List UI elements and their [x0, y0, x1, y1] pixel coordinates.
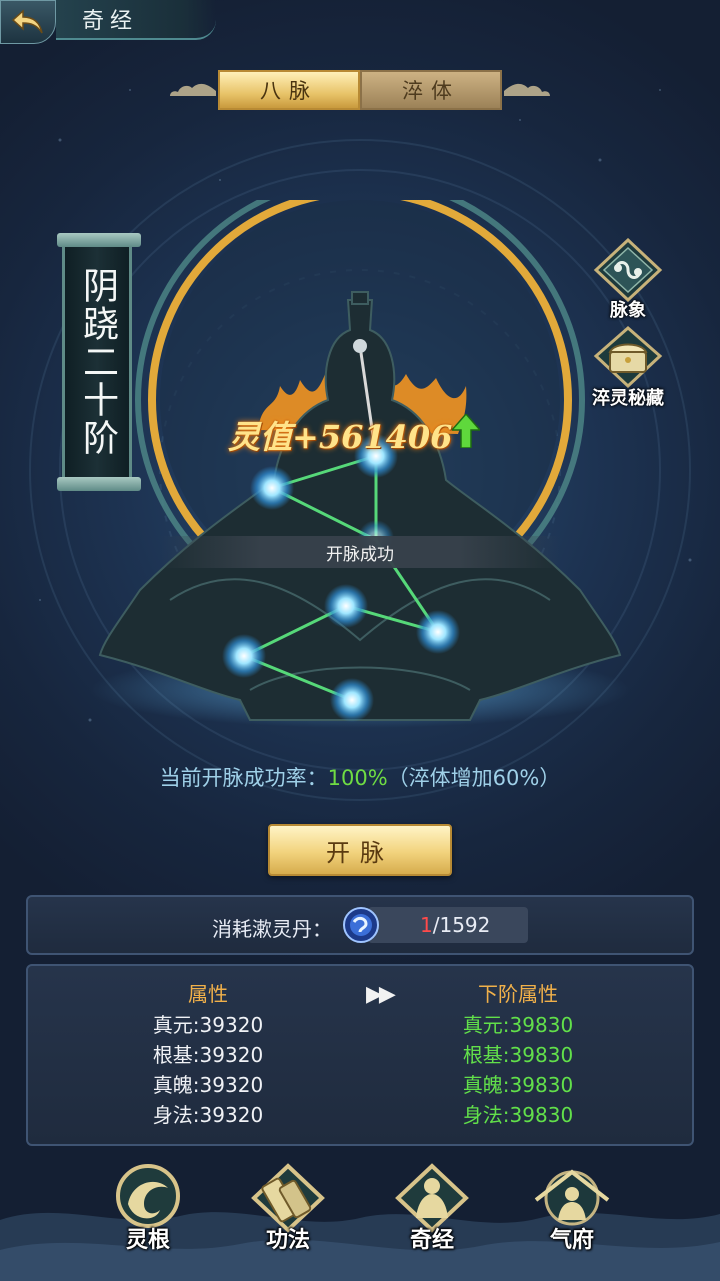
- rate-prefix: 当前开脉成功率：: [159, 766, 328, 790]
- attribute-row: 身法:39320: [152, 1103, 264, 1127]
- spirit-value-popup: 灵值+561406: [228, 418, 453, 456]
- nav-techniques[interactable]: 功法: [238, 1160, 338, 1260]
- attribute-row: 真魄:39320: [152, 1073, 264, 1097]
- nav-meridians-label: 奇经: [409, 1228, 454, 1253]
- next-attributes-header: 下阶属性: [478, 982, 558, 1006]
- tab-body-tempering[interactable]: 淬体: [360, 70, 502, 110]
- open-meridian-button[interactable]: 开脉: [268, 824, 452, 876]
- back-button[interactable]: [0, 0, 56, 44]
- attribute-panel: 属性 真元:39320 根基:39320 真魄:39320 身法:39320 ▶…: [26, 964, 694, 1146]
- consume-label: 消耗漱灵丹：: [212, 917, 332, 941]
- cloud-ornament-icon: [504, 83, 550, 96]
- nav-spirit-root[interactable]: 灵根: [98, 1160, 198, 1260]
- attribute-row: 根基:39320: [152, 1043, 264, 1067]
- nav-spirit-root-label: 灵根: [125, 1228, 170, 1253]
- tab-eight-meridians[interactable]: 八脉: [218, 70, 360, 110]
- rate-suffix: （淬体增加60%）: [387, 766, 561, 790]
- meridian-figure: [90, 200, 630, 728]
- next-attribute-row: 根基:39830: [462, 1043, 574, 1067]
- current-attributes: 属性 真元:39320 根基:39320 真魄:39320 身法:39320: [128, 978, 288, 1130]
- consume-current: 1: [420, 913, 433, 937]
- consume-count: 1/1592: [368, 907, 528, 943]
- double-arrow-icon: ▶▶: [366, 982, 396, 1007]
- success-message: 开脉成功: [160, 536, 560, 568]
- nav-techniques-label: 功法: [265, 1228, 310, 1253]
- nav-qi-palace[interactable]: 气府: [522, 1160, 622, 1260]
- cloud-ornament-icon: [170, 83, 216, 96]
- back-arrow-icon: [11, 9, 43, 34]
- page-title: 奇经: [56, 0, 216, 40]
- consume-total: /1592: [432, 913, 491, 937]
- nav-qi-palace-label: 气府: [549, 1228, 594, 1253]
- rate-value: 100%: [327, 766, 388, 790]
- up-arrow-icon: [452, 414, 480, 448]
- current-attributes-header: 属性: [188, 982, 228, 1006]
- success-rate-line: 当前开脉成功率：100%（淬体增加60%）: [0, 762, 720, 792]
- next-attributes: 下阶属性 真元:39830 根基:39830 真魄:39830 身法:39830: [438, 978, 598, 1130]
- nav-meridians[interactable]: 奇经: [382, 1160, 482, 1260]
- tab-bar: 八脉 淬体: [170, 70, 550, 112]
- next-attribute-row: 真元:39830: [462, 1013, 574, 1037]
- next-attribute-row: 身法:39830: [462, 1103, 574, 1127]
- next-attribute-row: 真魄:39830: [462, 1073, 574, 1097]
- elixir-pill-icon[interactable]: [342, 906, 380, 944]
- attribute-row: 真元:39320: [152, 1013, 264, 1037]
